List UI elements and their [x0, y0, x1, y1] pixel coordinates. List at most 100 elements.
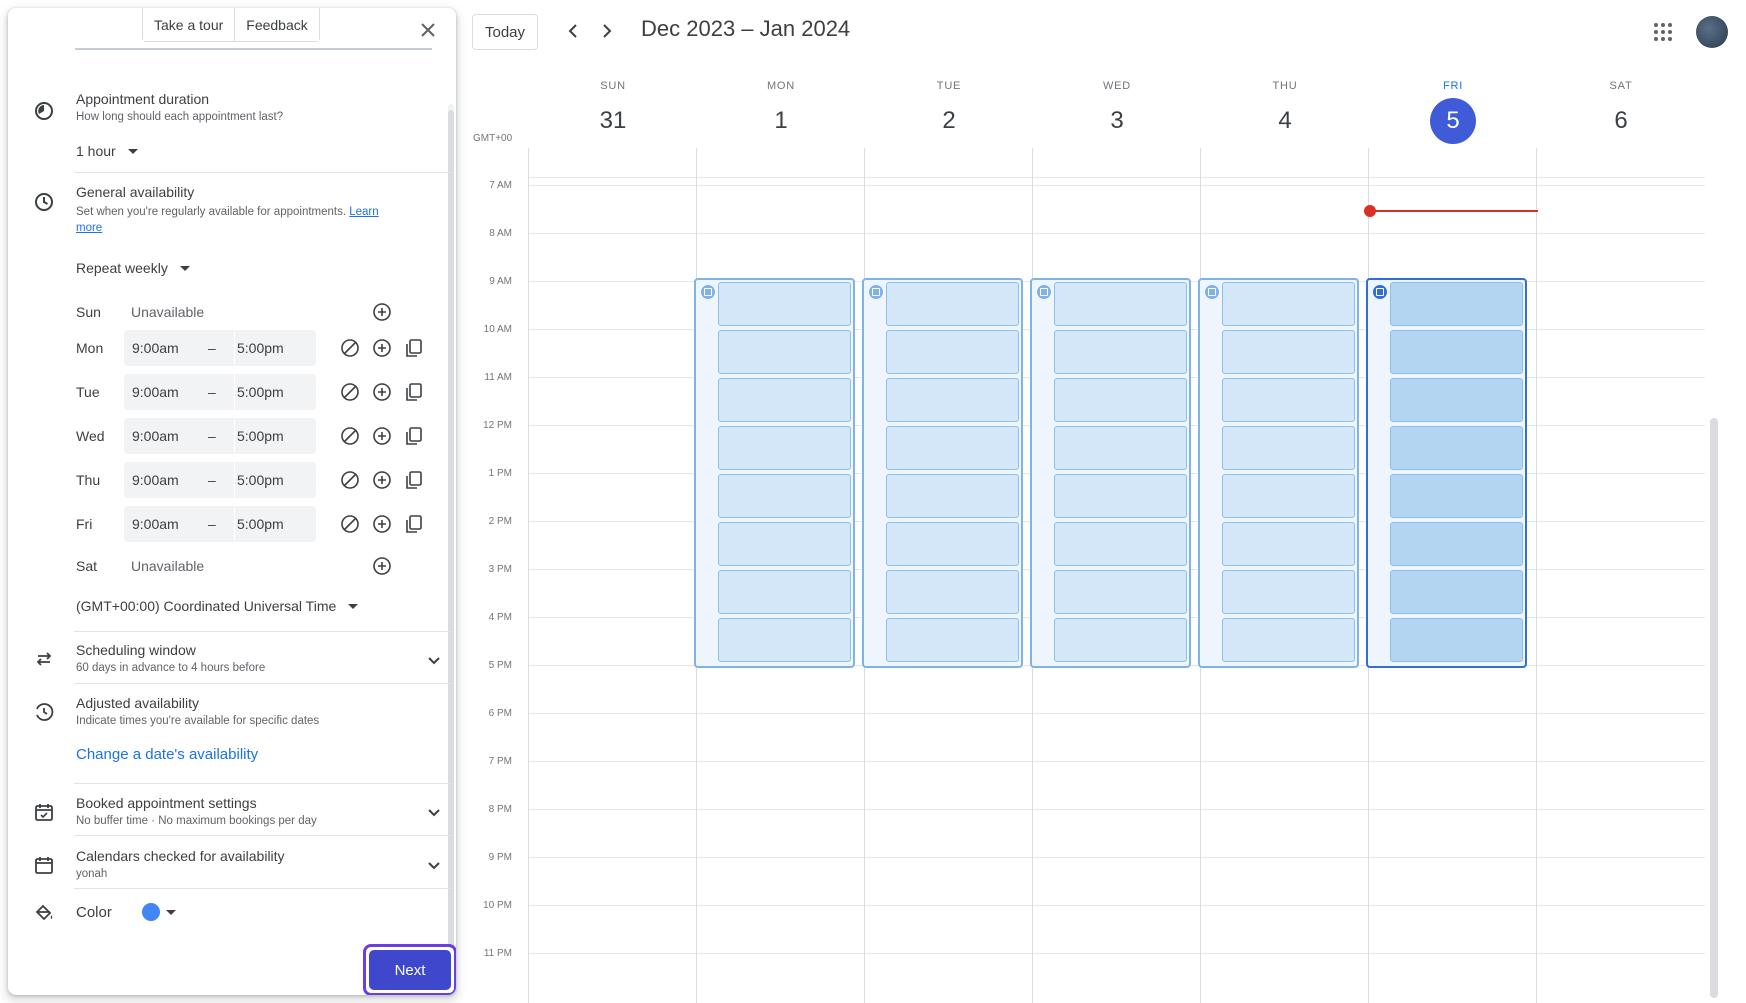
chevron-left-icon[interactable] [562, 19, 586, 43]
unavailable-icon[interactable] [338, 468, 362, 492]
end-time[interactable]: 5:00pm [237, 428, 284, 444]
add-hours-icon[interactable] [370, 424, 394, 448]
start-time[interactable]: 9:00am [132, 428, 179, 444]
time-range-field[interactable]: 9:00am – 5:00pm [124, 374, 316, 410]
availability-block-fri[interactable] [1366, 278, 1527, 668]
appointment-slot[interactable] [718, 570, 851, 614]
day-header-wed[interactable]: WED 3 [1033, 80, 1201, 144]
time-range-field[interactable]: 9:00am – 5:00pm [124, 330, 316, 366]
appointment-slot[interactable] [718, 426, 851, 470]
day-header-sun[interactable]: SUN 31 [529, 80, 697, 144]
apps-grid-icon[interactable] [1651, 20, 1675, 44]
appointment-slot[interactable] [1390, 282, 1523, 326]
unavailable-icon[interactable] [338, 512, 362, 536]
start-time[interactable]: 9:00am [132, 384, 179, 400]
appointment-slot[interactable] [1054, 282, 1187, 326]
change-date-availability-link[interactable]: Change a date's availability [76, 746, 258, 763]
appointment-slot[interactable] [718, 378, 851, 422]
timezone-select[interactable]: (GMT+00:00) Coordinated Universal Time [76, 598, 359, 614]
appointment-slot[interactable] [718, 330, 851, 374]
day-header-sat[interactable]: SAT 6 [1537, 80, 1705, 144]
day-number[interactable]: 5 [1430, 98, 1476, 144]
add-hours-icon[interactable] [370, 512, 394, 536]
appointment-slot[interactable] [1390, 378, 1523, 422]
availability-block-wed[interactable] [1030, 278, 1191, 668]
day-number[interactable]: 4 [1262, 98, 1308, 144]
appointment-slot[interactable] [886, 426, 1019, 470]
appointment-slot[interactable] [1054, 474, 1187, 518]
end-time[interactable]: 5:00pm [237, 340, 284, 356]
learn-more-link[interactable]: Learn [349, 206, 378, 218]
time-range-field[interactable]: 9:00am – 5:00pm [124, 506, 316, 542]
unavailable-icon[interactable] [338, 336, 362, 360]
chevron-right-icon[interactable] [594, 19, 618, 43]
appointment-slot[interactable] [718, 618, 851, 662]
duration-select[interactable]: 1 hour [76, 143, 138, 159]
appointment-slot[interactable] [1390, 426, 1523, 470]
appointment-slot[interactable] [1390, 522, 1523, 566]
end-time[interactable]: 5:00pm [237, 516, 284, 532]
appointment-slot[interactable] [1390, 570, 1523, 614]
feedback-button[interactable]: Feedback [234, 8, 319, 41]
appointment-slot[interactable] [1054, 618, 1187, 662]
day-number[interactable]: 6 [1598, 98, 1644, 144]
start-time[interactable]: 9:00am [132, 340, 179, 356]
take-tour-button[interactable]: Take a tour [143, 8, 235, 41]
add-hours-icon[interactable] [370, 336, 394, 360]
day-header-thu[interactable]: THU 4 [1201, 80, 1369, 144]
availability-block-thu[interactable] [1198, 278, 1359, 668]
add-hours-icon[interactable] [370, 380, 394, 404]
appointment-slot[interactable] [718, 474, 851, 518]
add-hours-icon[interactable] [370, 554, 394, 578]
appointment-slot[interactable] [1222, 378, 1355, 422]
appointment-slot[interactable] [886, 378, 1019, 422]
color-swatch[interactable] [142, 903, 160, 921]
appointment-slot[interactable] [886, 618, 1019, 662]
avatar[interactable] [1696, 16, 1728, 48]
day-number[interactable]: 3 [1094, 98, 1140, 144]
appointment-slot[interactable] [1390, 474, 1523, 518]
appointment-slot[interactable] [1054, 570, 1187, 614]
start-time[interactable]: 9:00am [132, 516, 179, 532]
start-time[interactable]: 9:00am [132, 472, 179, 488]
availability-block-mon[interactable] [694, 278, 855, 668]
day-number[interactable]: 2 [926, 98, 972, 144]
appointment-slot[interactable] [718, 282, 851, 326]
learn-more-link-more[interactable]: more [76, 222, 102, 234]
time-range-field[interactable]: 9:00am – 5:00pm [124, 418, 316, 454]
appointment-slot[interactable] [1390, 330, 1523, 374]
appointment-slot[interactable] [1222, 330, 1355, 374]
appointment-slot[interactable] [886, 570, 1019, 614]
appointment-slot[interactable] [886, 522, 1019, 566]
appointment-slot[interactable] [1222, 474, 1355, 518]
add-hours-icon[interactable] [370, 300, 394, 324]
appointment-slot[interactable] [1390, 618, 1523, 662]
caret-down-icon[interactable] [166, 910, 176, 915]
unavailable-icon[interactable] [338, 380, 362, 404]
availability-block-tue[interactable] [862, 278, 1023, 668]
calendar-scrollbar[interactable] [1710, 418, 1718, 998]
appointment-slot[interactable] [1222, 618, 1355, 662]
appointment-slot[interactable] [1054, 522, 1187, 566]
end-time[interactable]: 5:00pm [237, 384, 284, 400]
appointment-slot[interactable] [1054, 330, 1187, 374]
repeat-select[interactable]: Repeat weekly [76, 260, 190, 276]
day-header-fri[interactable]: FRI 5 [1369, 80, 1537, 144]
appointment-slot[interactable] [1222, 522, 1355, 566]
appointment-slot[interactable] [1054, 378, 1187, 422]
day-number[interactable]: 1 [758, 98, 804, 144]
appointment-slot[interactable] [1222, 426, 1355, 470]
appointment-slot[interactable] [886, 282, 1019, 326]
time-range-field[interactable]: 9:00am – 5:00pm [124, 462, 316, 498]
day-header-tue[interactable]: TUE 2 [865, 80, 1033, 144]
appointment-slot[interactable] [1222, 282, 1355, 326]
add-hours-icon[interactable] [370, 468, 394, 492]
day-number[interactable]: 31 [590, 98, 636, 144]
appointment-slot[interactable] [718, 522, 851, 566]
appointment-slot[interactable] [1222, 570, 1355, 614]
copy-icon[interactable] [402, 336, 426, 360]
unavailable-icon[interactable] [338, 424, 362, 448]
close-icon[interactable] [416, 18, 440, 42]
copy-icon[interactable] [402, 380, 426, 404]
appointment-slot[interactable] [1054, 426, 1187, 470]
